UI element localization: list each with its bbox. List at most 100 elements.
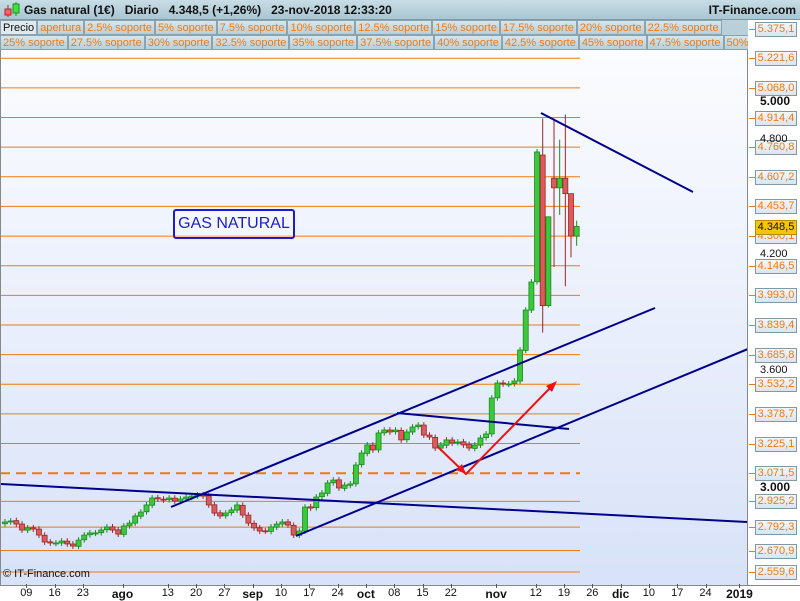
candle-body [319,493,324,497]
candle-body [48,542,53,543]
date-label: 24 [331,587,343,599]
candle [416,422,421,429]
candle-body [252,523,257,528]
candle-body [478,438,483,445]
candle-body [342,485,347,488]
candle [382,427,387,436]
candle [501,380,506,387]
level-label-2.925,2: 2.925,2 [755,494,797,509]
candle [53,540,58,546]
candle [252,520,257,530]
candle-body [540,155,545,306]
candle-body [246,515,251,523]
candle-body [291,525,296,535]
candle [478,435,483,448]
trendline [171,308,655,507]
price-scale-label: 4.200 [760,248,788,260]
date-label: 24 [699,587,711,599]
candle [138,509,143,519]
candle [529,279,534,313]
candle-body [274,524,279,527]
date-label: 13 [162,587,174,599]
candle [14,518,19,527]
level-label-3.378,7: 3.378,7 [755,407,797,422]
candle-body [206,496,211,505]
candle [269,524,274,534]
candle [376,430,381,453]
candle-body [336,480,341,488]
date-label: 15 [416,587,428,599]
level-label-2.559,6: 2.559,6 [755,565,797,580]
candle-body [353,465,358,484]
candle [535,149,540,285]
candle [82,532,87,542]
trendline [296,344,760,536]
candle-body [110,527,115,530]
candle-body [167,498,172,500]
candle-body [280,522,285,524]
candle [433,434,438,450]
candle-body [65,541,70,544]
candle [314,494,319,510]
candle [569,194,574,258]
candle-body [36,529,41,535]
plot-layer [0,29,760,572]
candle [257,525,262,534]
candle-body [376,433,381,450]
level-label-2.670,9: 2.670,9 [755,544,797,559]
candle-body [31,528,36,529]
candle [218,510,223,519]
candle [116,527,121,537]
candle-body [59,541,64,543]
date-label: 2019 [726,587,753,601]
candle-body [427,435,432,437]
candle [359,450,364,467]
candle-body [512,381,517,384]
candle [427,432,432,440]
candle [25,525,30,533]
candle [150,495,155,508]
candle-body [212,505,217,513]
candle [110,524,115,533]
candle-body [461,442,466,445]
candle [133,513,138,526]
candle-body [523,310,528,350]
candle [495,380,500,401]
level-label-3.839,4: 3.839,4 [755,318,797,333]
candle-body [269,527,274,531]
level-label-3.071,5: 3.071,5 [755,466,797,481]
candle [336,477,341,491]
candle-body [3,522,8,524]
candle [506,381,511,387]
candle-body [138,512,143,516]
gas-natural-annotation: GAS NATURAL [173,209,295,239]
candle [444,437,449,448]
candle [76,537,81,549]
candle-body [399,430,404,439]
candle-body [99,530,104,533]
level-label-4.146,5: 4.146,5 [755,259,797,274]
candle-body [455,442,460,443]
candle [65,538,70,547]
date-label: 26 [586,587,598,599]
candle [523,307,528,353]
price-scale-label: 3.600 [760,364,788,376]
candle-body [302,507,307,531]
candle-body [359,453,364,465]
price-scale-label: 4.800 [760,133,788,145]
candle [121,523,126,537]
candle [87,530,92,538]
candle-body [444,440,449,445]
date-label: 17 [671,587,683,599]
date-label: sep [242,587,263,601]
candle-body [563,178,568,193]
candle-body [552,178,557,188]
candle [342,482,347,491]
candle-body [223,513,228,516]
candle [104,524,109,533]
candle [99,527,104,535]
candle-body [25,528,30,530]
candle [331,477,336,485]
candle [399,428,404,443]
candle-body [489,398,494,434]
